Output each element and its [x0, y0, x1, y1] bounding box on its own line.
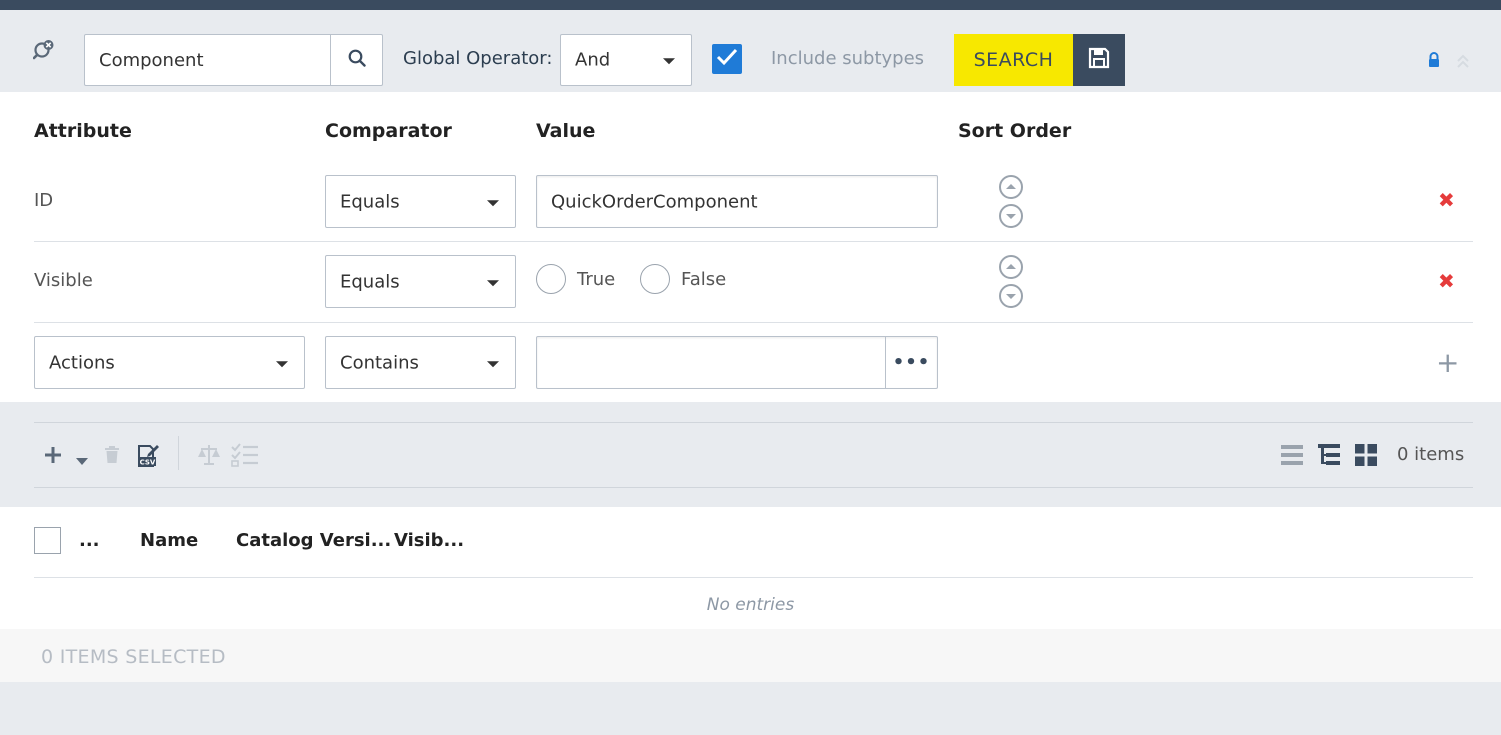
global-operator-label: Global Operator:	[403, 48, 553, 69]
radio-false[interactable]	[640, 264, 670, 294]
sort-order-control	[998, 175, 1024, 231]
column-header-name[interactable]: Name	[140, 530, 198, 551]
comparator-value: Equals	[340, 191, 400, 212]
search-icon	[348, 49, 366, 71]
checklist-icon[interactable]	[231, 443, 259, 471]
lock-icon[interactable]	[1427, 52, 1441, 68]
csv-export-icon[interactable]: CSV	[138, 443, 160, 471]
comparator-select-visible[interactable]: Equals	[325, 255, 516, 308]
chevron-down-icon	[487, 199, 499, 206]
include-subtypes-label: Include subtypes	[771, 48, 925, 69]
value-input-new[interactable]: •••	[536, 336, 938, 389]
comparator-header: Comparator	[325, 120, 452, 142]
remove-condition-icon[interactable]: ✖	[1438, 269, 1455, 293]
column-header-visible[interactable]: Visib...	[394, 530, 464, 551]
type-search-field	[84, 34, 383, 86]
top-bar	[0, 0, 1501, 10]
comparator-select-id[interactable]: Equals	[325, 175, 516, 228]
save-search-button[interactable]	[1073, 34, 1125, 86]
row-divider	[34, 241, 1473, 242]
tree-view-icon[interactable]	[1318, 444, 1340, 470]
type-search-button[interactable]	[330, 35, 382, 85]
radio-true[interactable]	[536, 264, 566, 294]
global-operator-value: And	[575, 49, 611, 71]
type-input[interactable]	[85, 35, 331, 85]
add-icon[interactable]	[43, 445, 63, 469]
comparator-select-new[interactable]: Contains	[325, 336, 516, 389]
header-divider	[34, 577, 1473, 578]
sort-down-icon[interactable]	[999, 284, 1023, 308]
sort-down-icon[interactable]	[999, 204, 1023, 228]
attribute-header: Attribute	[34, 120, 132, 142]
delete-icon[interactable]	[105, 446, 119, 468]
selected-count: 0 ITEMS SELECTED	[41, 646, 226, 668]
list-toolbar: CSV 0 items	[0, 402, 1501, 507]
results-list: ... Name Catalog Versi... Visib... No en…	[0, 507, 1501, 629]
global-operator-select[interactable]: And	[560, 34, 692, 86]
checkmark-icon	[716, 48, 738, 70]
sort-order-control	[998, 255, 1024, 311]
value-input-id[interactable]: QuickOrderComponent	[536, 175, 938, 228]
search-bar: Global Operator: And Include subtypes SE…	[0, 10, 1501, 92]
save-icon	[1088, 47, 1110, 73]
chevron-down-icon	[487, 279, 499, 286]
list-view-icon[interactable]	[1281, 444, 1303, 470]
value-text: QuickOrderComponent	[551, 191, 758, 212]
toolbar-top-border	[34, 422, 1473, 423]
attribute-value: Actions	[49, 352, 115, 373]
search-button[interactable]: SEARCH	[954, 34, 1073, 86]
compare-icon[interactable]	[197, 443, 221, 471]
items-count: 0 items	[1397, 444, 1465, 465]
remove-condition-icon[interactable]: ✖	[1438, 188, 1455, 212]
selection-footer: 0 ITEMS SELECTED	[0, 629, 1501, 682]
toolbar-bottom-border	[34, 487, 1473, 488]
add-dropdown-chevron-icon[interactable]	[76, 451, 88, 470]
radio-true-label: True	[577, 269, 616, 290]
sort-order-header: Sort Order	[958, 120, 1072, 142]
row-divider	[34, 322, 1473, 323]
comparator-value: Contains	[340, 352, 419, 373]
sort-up-icon[interactable]	[999, 255, 1023, 279]
attribute-select-new[interactable]: Actions	[34, 336, 305, 389]
value-header: Value	[536, 120, 596, 142]
add-condition-icon[interactable]: +	[1436, 346, 1459, 379]
svg-text:CSV: CSV	[140, 459, 156, 467]
column-header-more[interactable]: ...	[79, 530, 100, 551]
sort-up-icon[interactable]	[999, 175, 1023, 199]
attribute-label-visible: Visible	[34, 270, 93, 291]
comparator-value: Equals	[340, 271, 400, 292]
radio-false-label: False	[681, 269, 727, 290]
chevron-down-icon	[276, 360, 288, 367]
column-header-catalog-version[interactable]: Catalog Versi...	[236, 530, 391, 551]
include-subtypes-checkbox[interactable]	[712, 44, 742, 74]
reference-picker-button[interactable]: •••	[885, 337, 937, 388]
empty-message: No entries	[706, 595, 795, 615]
chevron-down-icon	[487, 360, 499, 367]
toolbar-divider	[178, 436, 179, 470]
collapse-up-icon[interactable]	[1455, 52, 1471, 70]
select-all-checkbox[interactable]	[34, 527, 61, 554]
chevron-down-icon	[663, 58, 675, 65]
attribute-label-id: ID	[34, 190, 54, 211]
search-conditions-panel: Attribute Comparator Value Sort Order ID…	[0, 92, 1501, 402]
grid-view-icon[interactable]	[1355, 444, 1377, 470]
clear-search-icon[interactable]	[32, 39, 55, 61]
